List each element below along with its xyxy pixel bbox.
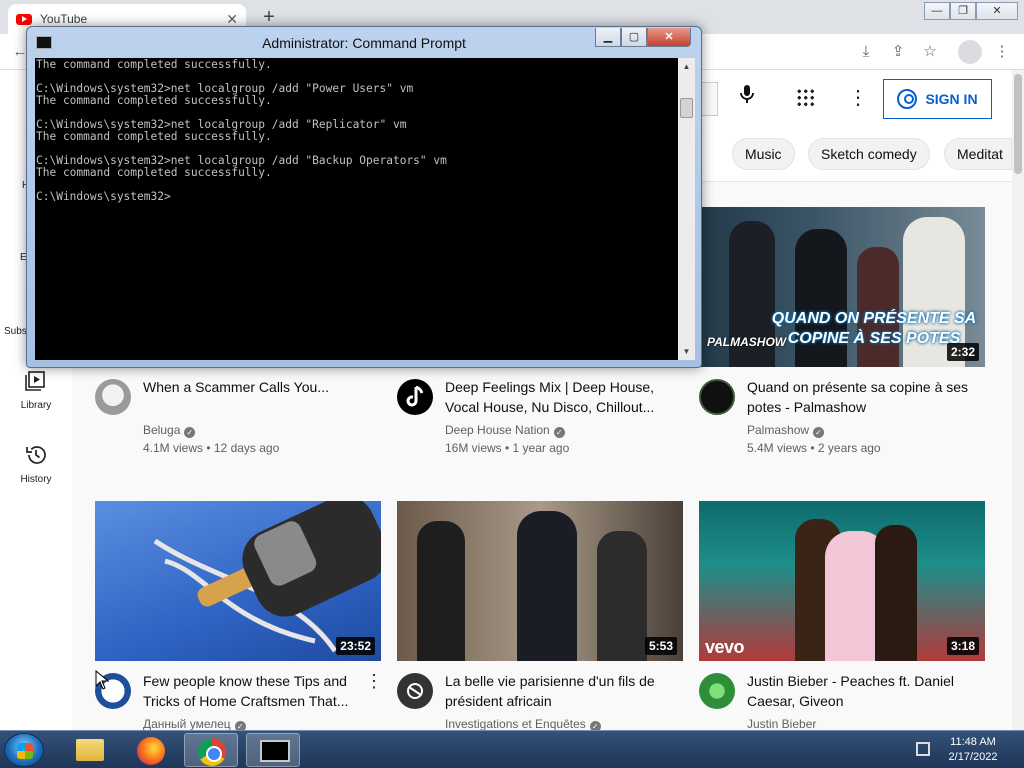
share-icon[interactable]: ⇪ — [888, 42, 908, 62]
taskbar-explorer[interactable] — [62, 733, 116, 767]
video-title[interactable]: Quand on présente sa copine à ses potes … — [747, 377, 969, 417]
channel-name[interactable]: Данный умелец ✓ — [143, 717, 246, 730]
cmd-console[interactable]: The command completed successfully. C:\W… — [35, 58, 695, 360]
channel-avatar[interactable] — [95, 379, 131, 415]
sign-in-label: SIGN IN — [925, 91, 978, 107]
cmd-output-text: The command completed successfully. C:\W… — [36, 58, 447, 203]
channel-avatar[interactable] — [397, 673, 433, 709]
history-icon — [26, 446, 46, 464]
tab-title: YouTube — [40, 12, 88, 26]
chip-meditation[interactable]: Meditat — [944, 138, 1012, 170]
video-stats: 16M views • 1 year ago — [445, 441, 570, 455]
vevo-logo: vevo — [705, 637, 745, 657]
channel-name[interactable]: Deep House Nation ✓ — [445, 423, 565, 438]
video-duration: 2:32 — [946, 343, 979, 361]
profile-avatar-icon[interactable] — [958, 40, 982, 64]
scroll-up-arrow-icon[interactable]: ▲ — [678, 58, 695, 75]
cmd-scrollbar[interactable]: ▲ ▼ — [678, 58, 695, 360]
start-button[interactable] — [4, 733, 44, 767]
cmd-minimize-icon[interactable]: ▁ — [595, 28, 621, 47]
install-icon[interactable]: ⤓ — [856, 42, 876, 62]
video-thumbnail[interactable]: 5:53 — [397, 501, 683, 661]
sidebar-item-subscriptions-partial[interactable]: Subs — [4, 326, 27, 337]
channel-avatar[interactable] — [699, 673, 735, 709]
video-title[interactable]: When a Scammer Calls You... — [143, 377, 365, 397]
sidebar-label: History — [20, 474, 52, 485]
video-card[interactable]: 5:53 La belle vie parisienne d'un fils d… — [397, 501, 683, 730]
scrollbar-thumb[interactable] — [1014, 74, 1022, 174]
verified-check-icon: ✓ — [589, 721, 601, 730]
firefox-icon — [137, 737, 165, 765]
channel-avatar[interactable] — [699, 379, 735, 415]
close-window-icon[interactable]: ✕ — [976, 2, 1018, 20]
system-clock[interactable]: 11:48 AM 2/17/2022 — [938, 735, 1008, 765]
video-duration: 3:18 — [946, 637, 979, 655]
video-title[interactable]: Few people know these Tips and Tricks of… — [143, 671, 365, 711]
video-title[interactable]: Deep Feelings Mix | Deep House, Vocal Ho… — [445, 377, 667, 417]
channel-name[interactable]: Palmashow ✓ — [747, 423, 825, 438]
video-thumbnail[interactable]: 23:52 — [95, 501, 381, 661]
video-stats: 5.4M views • 2 years ago — [747, 441, 881, 455]
folder-icon — [76, 739, 104, 761]
windows-taskbar: 11:48 AM 2/17/2022 — [0, 730, 1024, 768]
video-card[interactable]: QUAND ON PRÉSENTE SA COPINE À SES POTES … — [699, 207, 985, 467]
browser-menu-icon[interactable]: ⋮ — [992, 42, 1012, 62]
cmd-maximize-icon[interactable]: ▢ — [621, 28, 647, 47]
command-prompt-window[interactable]: Administrator: Command Prompt ▁ ▢ ✕ The … — [26, 26, 702, 368]
library-icon — [25, 371, 45, 391]
verified-check-icon: ✓ — [184, 427, 196, 438]
video-title[interactable]: La belle vie parisienne d'un fils de pré… — [445, 671, 667, 711]
verified-check-icon: ✓ — [234, 721, 246, 730]
taskbar-chrome[interactable] — [184, 733, 238, 767]
microphone-icon[interactable] — [733, 84, 761, 112]
windows-logo-icon — [17, 743, 33, 759]
video-stats: 4.1M views • 12 days ago — [143, 441, 280, 455]
channel-avatar[interactable] — [397, 379, 433, 415]
tab-close-icon[interactable]: ✕ — [226, 11, 238, 28]
more-options-icon[interactable]: ⋮ — [848, 84, 868, 112]
apps-grid-icon[interactable] — [796, 88, 816, 108]
video-thumbnail[interactable]: QUAND ON PRÉSENTE SA COPINE À SES POTES … — [699, 207, 985, 367]
video-duration: 23:52 — [336, 637, 375, 655]
video-title[interactable]: Justin Bieber - Peaches ft. Daniel Caesa… — [747, 671, 969, 711]
channel-name[interactable]: Beluga ✓ — [143, 423, 196, 438]
video-thumbnail[interactable]: vevo 3:18 — [699, 501, 985, 661]
clock-date: 2/17/2022 — [948, 751, 998, 763]
cmd-scroll-thumb[interactable] — [680, 98, 693, 118]
scroll-down-arrow-icon[interactable]: ▼ — [678, 343, 695, 360]
clock-time: 11:48 AM — [950, 736, 996, 748]
video-menu-icon[interactable]: ⋮ — [365, 671, 383, 692]
palmashow-logo: PALMASHOW — [707, 335, 787, 349]
channel-name[interactable]: Justin Bieber — [747, 717, 816, 730]
chip-sketch-comedy[interactable]: Sketch comedy — [808, 138, 930, 170]
video-duration: 5:53 — [644, 637, 677, 655]
minimize-icon[interactable]: — — [924, 2, 950, 20]
taskbar-firefox[interactable] — [124, 733, 178, 767]
new-tab-button[interactable]: + — [256, 6, 282, 28]
restore-icon[interactable]: ❐ — [950, 2, 976, 20]
network-tray-icon[interactable] — [916, 742, 930, 756]
mouse-cursor-icon — [95, 670, 109, 690]
cmd-close-icon[interactable]: ✕ — [647, 28, 691, 47]
sidebar-label: Library — [20, 400, 52, 411]
verified-check-icon: ✓ — [813, 427, 825, 438]
youtube-favicon-icon — [16, 13, 32, 25]
channel-name[interactable]: Investigations et Enquêtes ✓ — [445, 717, 601, 730]
cmd-icon — [260, 740, 290, 762]
bookmark-star-icon[interactable]: ☆ — [920, 42, 940, 62]
cmd-titlebar[interactable]: Administrator: Command Prompt ▁ ▢ ✕ — [27, 27, 701, 57]
taskbar-cmd[interactable] — [246, 733, 300, 767]
verified-check-icon: ✓ — [553, 427, 565, 438]
sidebar-item-history[interactable]: History — [0, 430, 72, 504]
user-circle-icon — [897, 89, 918, 109]
page-scrollbar[interactable] — [1012, 70, 1024, 730]
chip-music[interactable]: Music — [732, 138, 795, 170]
sign-in-button[interactable]: SIGN IN — [883, 79, 992, 119]
video-card[interactable]: vevo 3:18 Justin Bieber - Peaches ft. Da… — [699, 501, 985, 730]
chrome-icon — [198, 738, 226, 766]
video-card[interactable]: 23:52 Few people know these Tips and Tri… — [95, 501, 383, 730]
